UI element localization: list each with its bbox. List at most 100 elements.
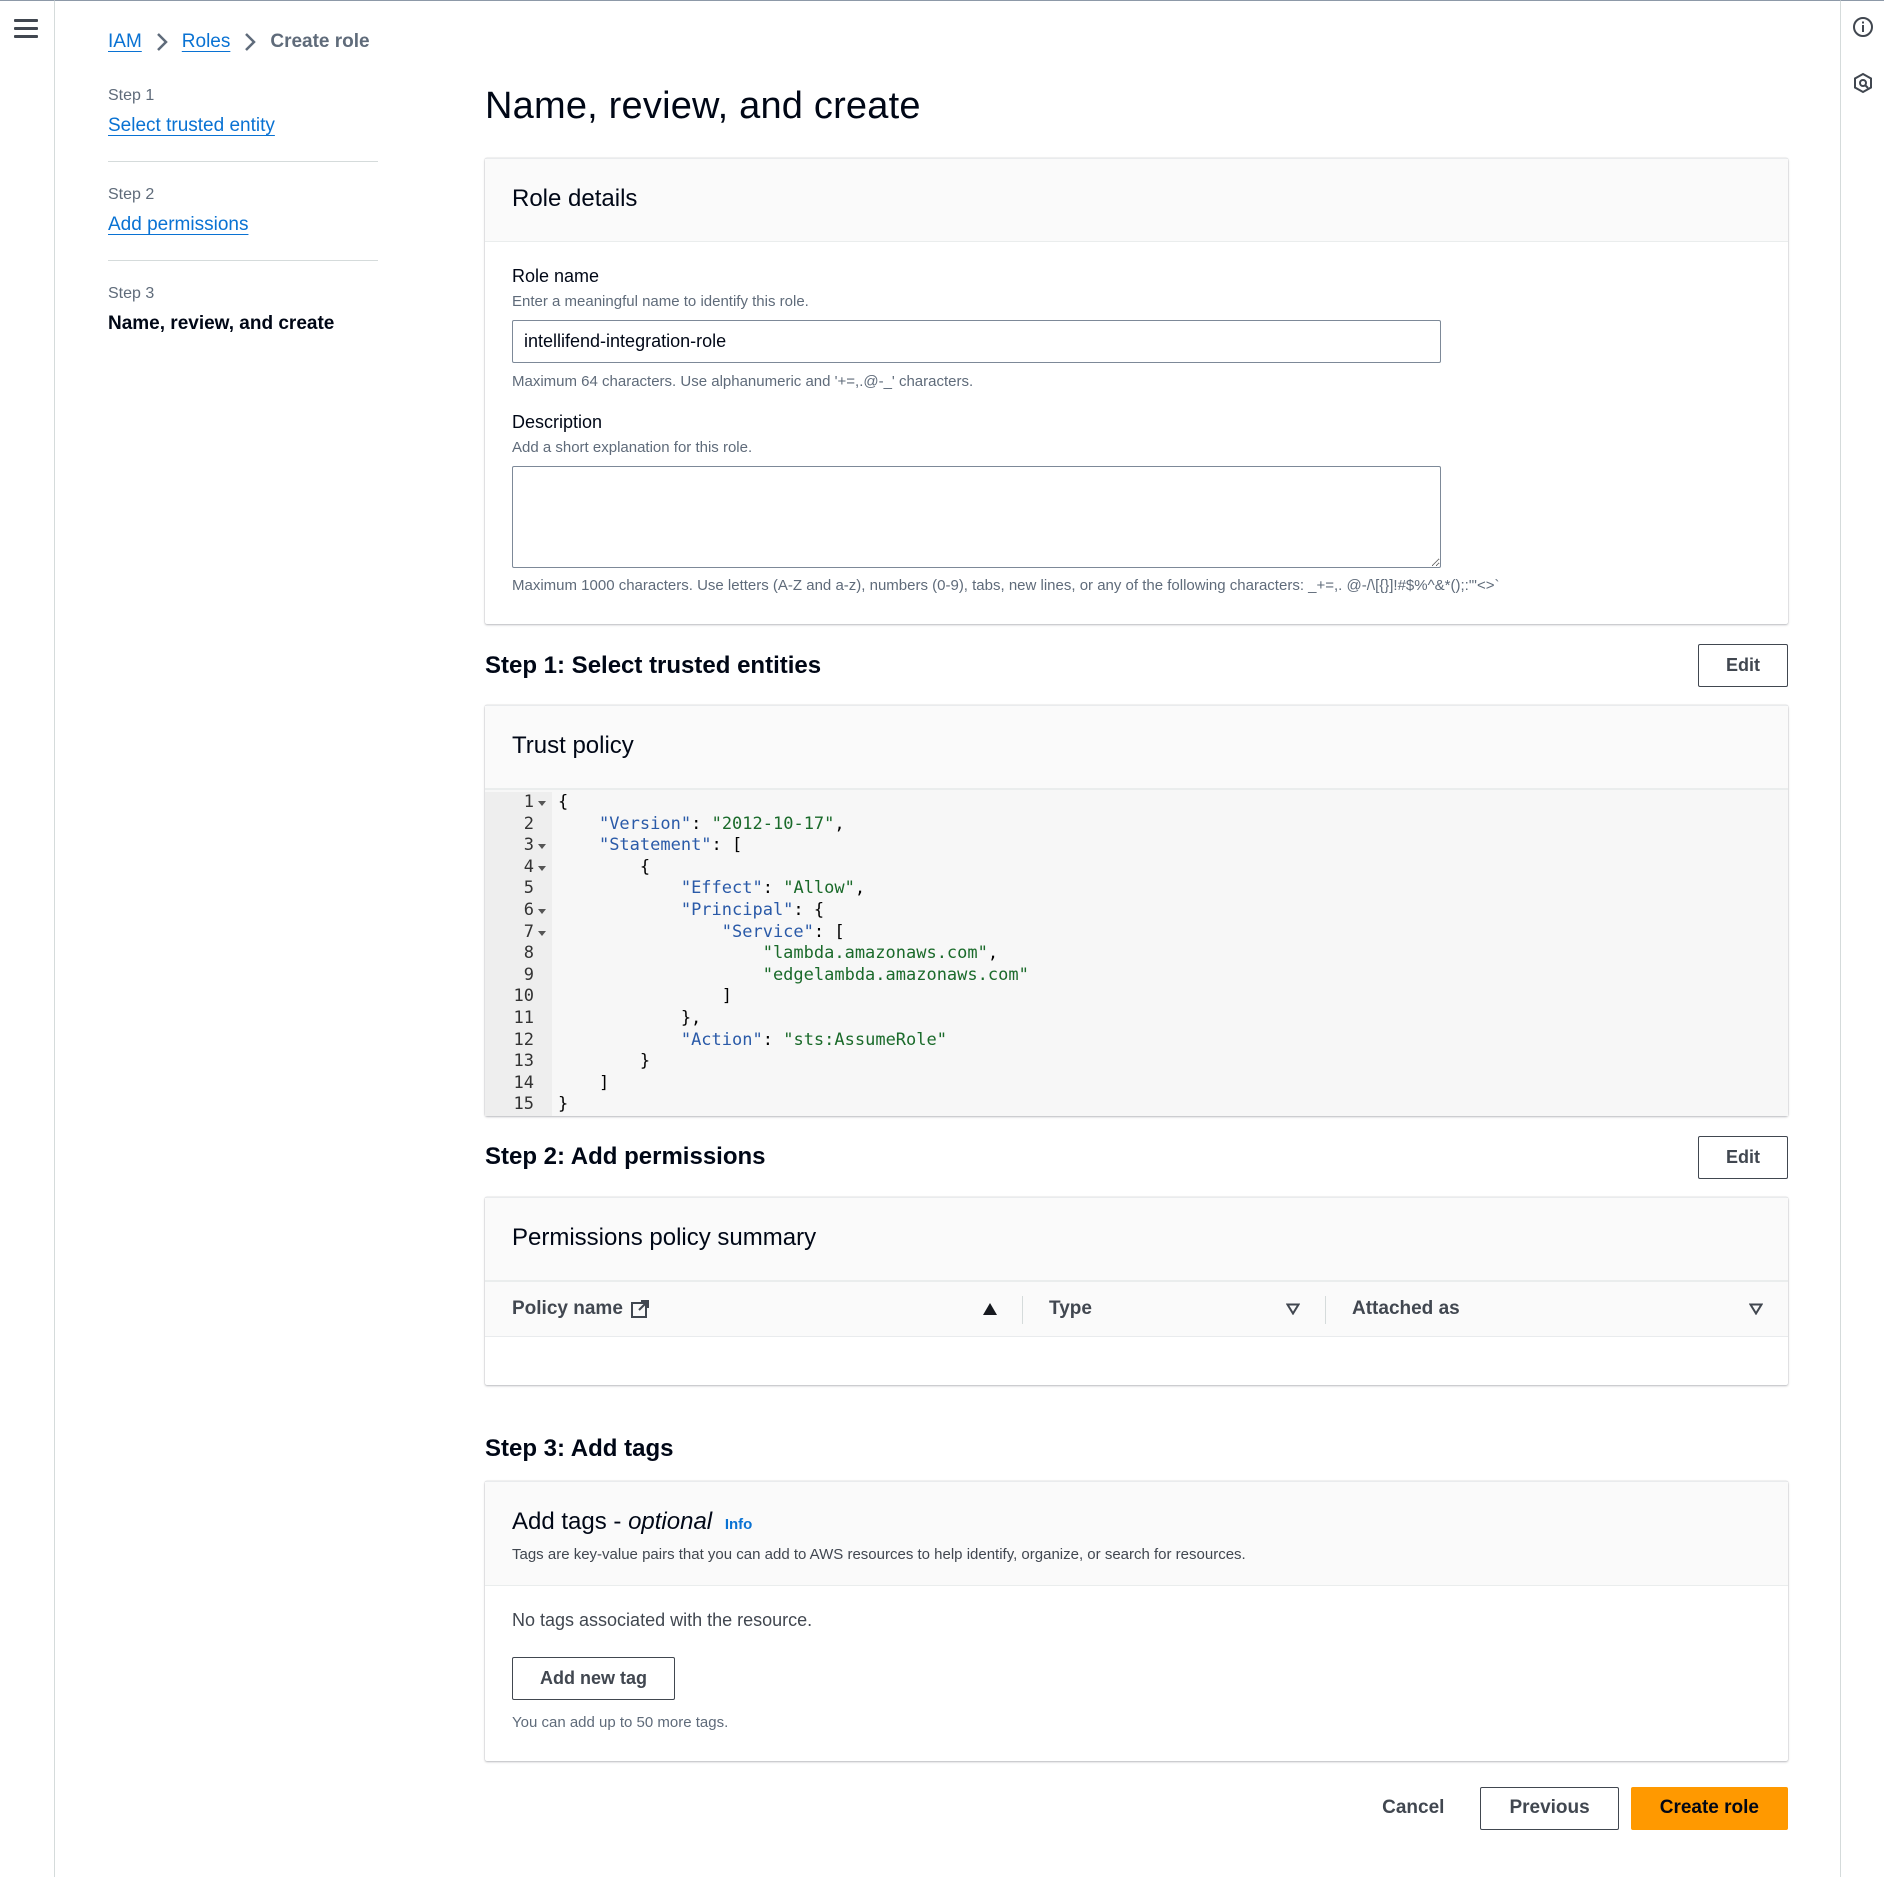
main-content: IAM Roles Create role Step 1 Select trus…: [55, 0, 1840, 1877]
code-line: "lambda.amazonaws.com",: [762, 943, 999, 964]
menu-icon[interactable]: [14, 19, 38, 39]
step2-section-header: Step 2: Add permissions Edit: [485, 1135, 1788, 1179]
role-details-container: Role details Role name Enter a meaningfu…: [485, 158, 1788, 624]
line-number[interactable]: 4: [485, 857, 548, 879]
role-name-input[interactable]: [512, 320, 1441, 363]
description-label: Description: [512, 412, 603, 432]
cancel-button[interactable]: Cancel: [1358, 1787, 1468, 1830]
code-line: }: [558, 1051, 651, 1072]
step-label: Step 2: [108, 186, 155, 203]
trust-policy-code-editor[interactable]: 1 2 3 4 5 6 7 8 9 10 11 12 13 14 15 { "Version": "2012…: [485, 789, 1788, 1116]
breadcrumb: IAM Roles Create role: [108, 31, 370, 53]
description-textarea[interactable]: [512, 466, 1441, 568]
wizard-steps: Step 1 Select trusted entity Step 2 Add …: [108, 87, 378, 383]
sort-icon: [1749, 1303, 1763, 1315]
code-line: "Principal": {: [680, 899, 825, 920]
add-new-tag-button[interactable]: Add new tag: [512, 1656, 675, 1700]
wizard-content: Name, review, and create Role details Ro…: [485, 85, 1788, 1830]
add-tags-header: Add tags - optional Info Tags are key-va…: [485, 1481, 1788, 1586]
add-tags-title-text: Add tags -: [512, 1507, 629, 1535]
external-link-icon: [630, 1299, 649, 1318]
step3-title: Step 3: Add tags: [485, 1434, 674, 1462]
code-line: "Service": [: [721, 921, 845, 942]
previous-button[interactable]: Previous: [1480, 1786, 1619, 1830]
permissions-table-header: Policy name Type Attached as: [485, 1280, 1788, 1337]
line-number: 11: [513, 1007, 534, 1028]
code-line: ]: [558, 986, 732, 1007]
trust-policy-header: Trust policy: [485, 706, 1788, 789]
info-link[interactable]: Info: [725, 1516, 753, 1533]
role-name-description: Enter a meaningful name to identify this…: [512, 293, 809, 310]
code-line: ]: [558, 1072, 610, 1093]
tools-rail: [1840, 0, 1884, 1877]
breadcrumb-iam[interactable]: IAM: [108, 31, 142, 53]
code-line: },: [558, 1007, 702, 1028]
line-number: 9: [523, 964, 534, 985]
code-line: "Action": "sts:AssumeRole": [680, 1029, 947, 1050]
step-label: Step 1: [108, 87, 155, 104]
role-name-label: Role name: [512, 266, 600, 286]
line-number-gutter: 1 2 3 4 5 6 7 8 9 10 11 12 13 14 15: [485, 792, 552, 1116]
line-number: 5: [523, 878, 534, 899]
code-line: "edgelambda.amazonaws.com": [762, 964, 1029, 985]
trust-policy-title: Trust policy: [512, 732, 634, 759]
line-number: 10: [513, 986, 534, 1007]
role-details-title: Role details: [512, 185, 638, 212]
line-number: 2: [523, 813, 534, 834]
code-line: {: [558, 792, 569, 812]
line-number[interactable]: 6: [485, 900, 548, 922]
description-constraint: Maximum 1000 characters. Use letters (A-…: [512, 577, 1500, 594]
column-policy-name-label: Policy name: [512, 1297, 623, 1319]
wizard-step-2: Step 2 Add permissions: [108, 186, 378, 261]
chevron-right-icon: [245, 33, 257, 51]
code-line: {: [558, 856, 651, 877]
code-line: "Effect": "Allow",: [680, 878, 866, 899]
permissions-summary-title: Permissions policy summary: [512, 1223, 817, 1251]
column-type-label: Type: [1049, 1297, 1092, 1319]
info-icon[interactable]: [1851, 15, 1875, 39]
code-line: }: [558, 1094, 569, 1115]
step-current-name-review-create: Name, review, and create: [108, 313, 335, 334]
line-number[interactable]: 3: [485, 835, 548, 857]
permissions-summary-container: Permissions policy summary Policy name T…: [485, 1196, 1788, 1385]
wizard-actions: Cancel Previous Create role: [485, 1786, 1788, 1830]
step2-edit-button[interactable]: Edit: [1698, 1135, 1788, 1179]
step1-title: Step 1: Select trusted entities: [485, 651, 822, 679]
line-number[interactable]: 1: [485, 792, 548, 814]
step1-section-header: Step 1: Select trusted entities Edit: [485, 644, 1788, 687]
step-label: Step 3: [108, 285, 155, 302]
line-number: 8: [523, 943, 534, 964]
tag-limit-hint: You can add up to 50 more tags.: [512, 1713, 729, 1731]
column-policy-name[interactable]: Policy name: [485, 1282, 1022, 1336]
column-attached-as[interactable]: Attached as: [1325, 1282, 1788, 1336]
page-title: Name, review, and create: [485, 85, 921, 127]
wizard-step-3: Step 3 Name, review, and create: [108, 285, 378, 359]
hexagon-settings-icon[interactable]: [1851, 71, 1875, 95]
create-role-button[interactable]: Create role: [1630, 1786, 1788, 1830]
line-number: 14: [513, 1072, 534, 1093]
permissions-table-body: [485, 1337, 1788, 1385]
step-link-select-trusted-entity[interactable]: Select trusted entity: [108, 115, 275, 136]
sort-icon: [1286, 1303, 1300, 1315]
description-description: Add a short explanation for this role.: [512, 439, 753, 456]
column-type[interactable]: Type: [1022, 1282, 1325, 1336]
code-content: { "Version": "2012-10-17", "Statement": …: [552, 792, 1788, 1116]
column-attached-as-label: Attached as: [1352, 1297, 1460, 1319]
step3-section-header: Step 3: Add tags: [485, 1435, 1788, 1463]
line-number: 15: [513, 1094, 534, 1115]
code-line: "Version": "2012-10-17",: [598, 813, 845, 834]
trust-policy-container: Trust policy 1 2 3 4 5 6 7 8 9 10 11 12 13 14 15 { "Ve…: [485, 705, 1788, 1116]
add-tags-description: Tags are key-value pairs that you can ad…: [512, 1545, 1246, 1563]
step-link-add-permissions[interactable]: Add permissions: [108, 214, 248, 235]
breadcrumb-current: Create role: [270, 31, 370, 52]
add-tags-title: Add tags - optional Info: [512, 1508, 1761, 1536]
line-number[interactable]: 7: [485, 922, 548, 944]
add-tags-body: No tags associated with the resource. Ad…: [485, 1586, 1788, 1761]
add-tags-container: Add tags - optional Info Tags are key-va…: [485, 1480, 1788, 1761]
chevron-right-icon: [156, 33, 168, 51]
navigation-rail: [0, 0, 55, 1877]
breadcrumb-roles[interactable]: Roles: [182, 31, 231, 53]
step1-edit-button[interactable]: Edit: [1698, 644, 1788, 687]
step2-title: Step 2: Add permissions: [485, 1143, 766, 1171]
permissions-summary-header: Permissions policy summary: [485, 1197, 1788, 1281]
